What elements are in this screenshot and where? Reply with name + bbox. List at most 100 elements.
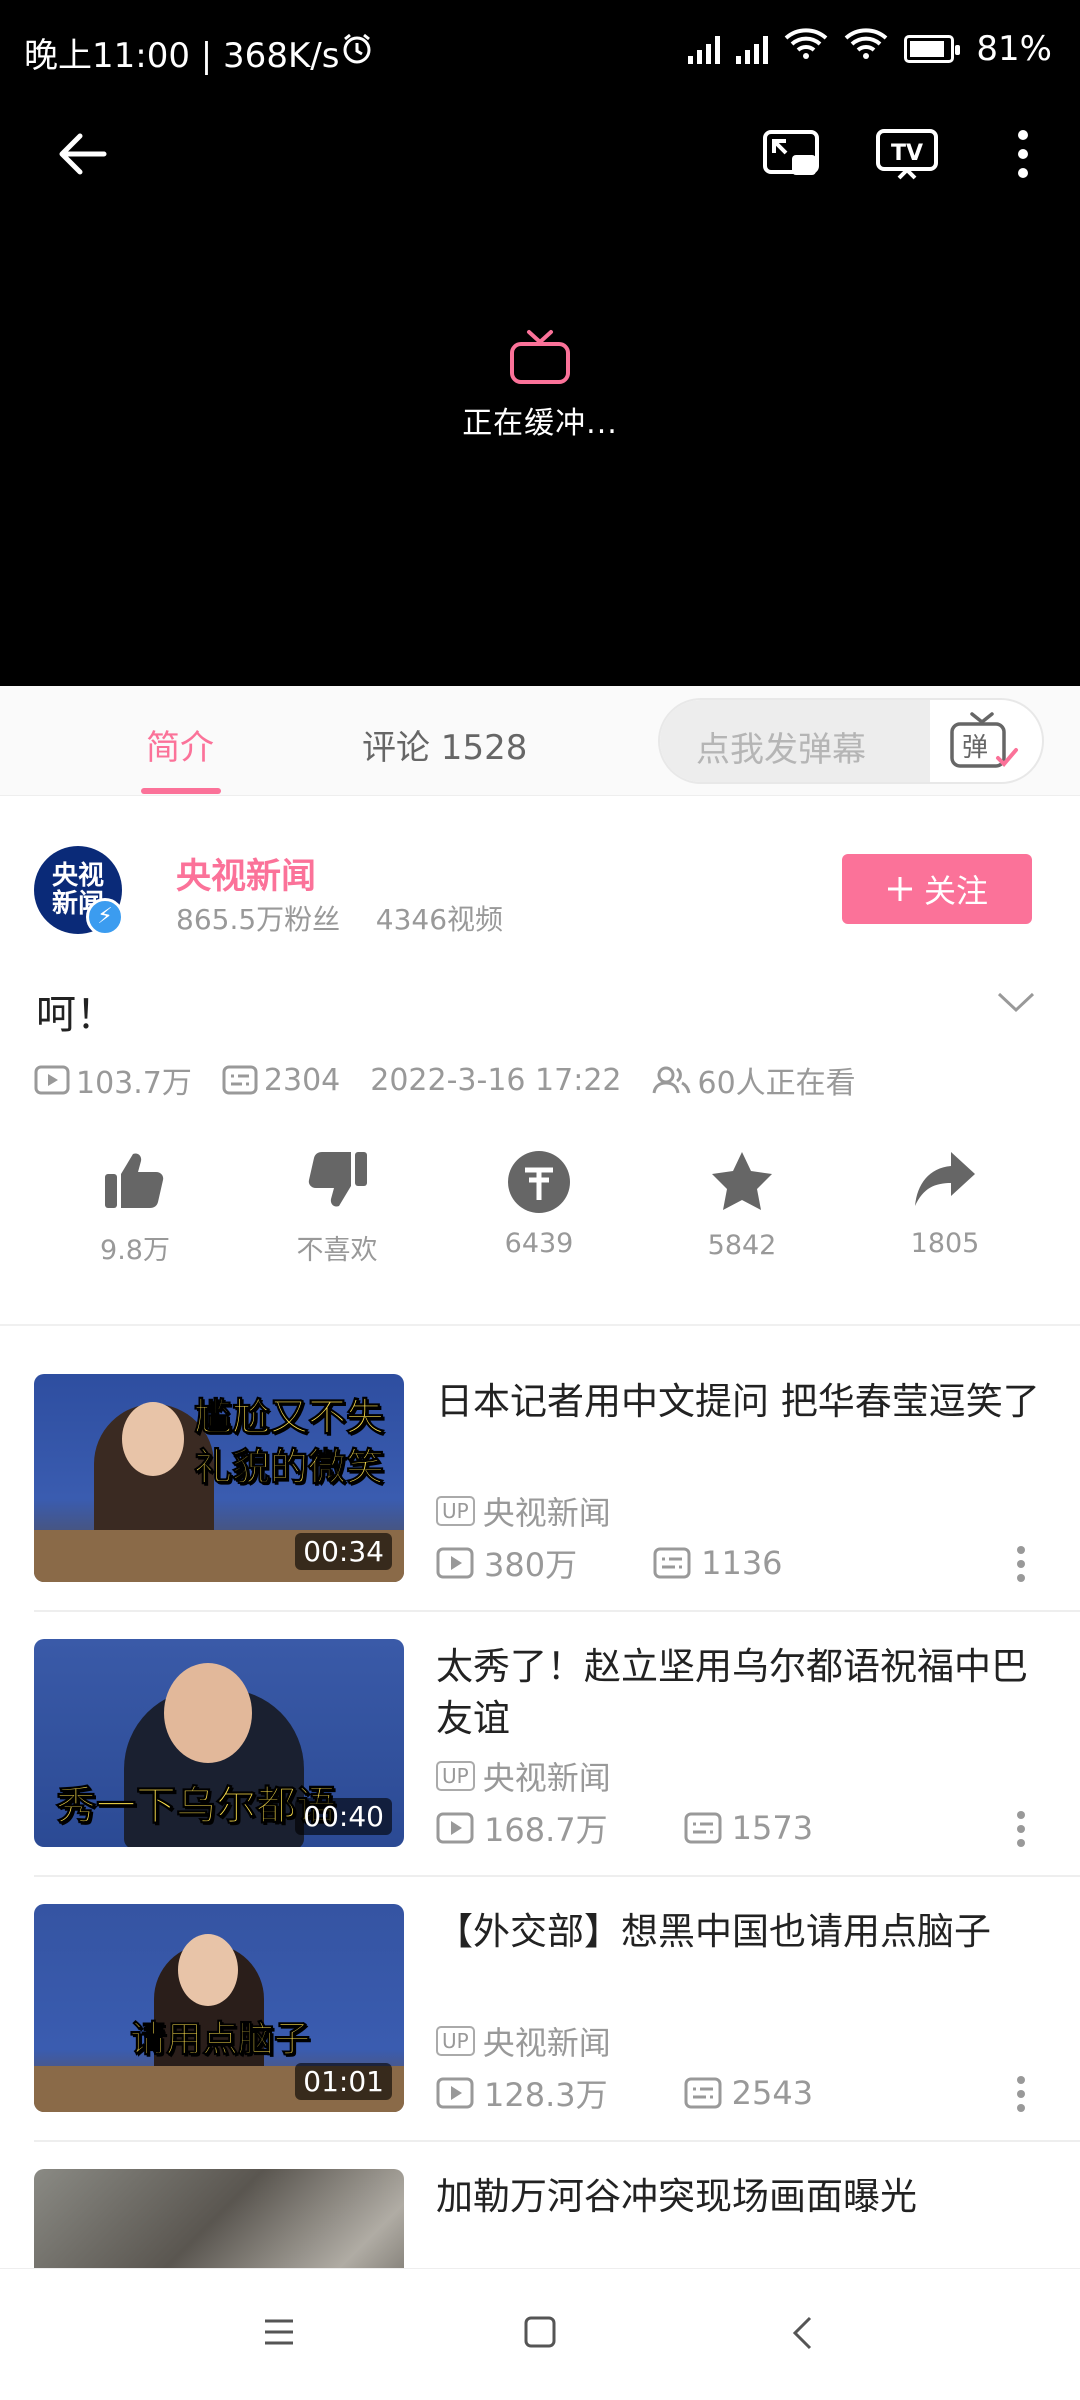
wifi-icon	[784, 28, 828, 69]
list-item[interactable]: 加勒万河谷冲突现场画面曝光	[0, 2169, 1080, 2268]
play-count-icon	[436, 1812, 474, 1844]
related-video-title[interactable]: 加勒万河谷冲突现场画面曝光	[436, 2171, 1056, 2223]
pip-button[interactable]	[760, 124, 822, 184]
tab-indicator	[141, 788, 221, 794]
related-danmaku: 2543	[731, 2074, 814, 2112]
related-video-title[interactable]: 日本记者用中文提问 把华春莹逗笑了	[436, 1376, 1056, 1428]
battery-icon	[904, 34, 961, 63]
tv-loading-icon	[510, 330, 570, 384]
video-thumbnail[interactable]: 尴尬又不失礼貌的微笑 00:34	[34, 1374, 404, 1582]
status-time: 晚上11:00 | 368K/s	[24, 36, 340, 76]
danmaku-input[interactable]: 点我发弹幕	[660, 700, 930, 782]
related-stats: 380万 1136	[436, 1540, 859, 1586]
follow-label: 关注	[923, 872, 988, 910]
thumbnail-caption: 尴尬又不失礼貌的微笑	[194, 1395, 385, 1490]
home-icon[interactable]	[523, 2315, 557, 2349]
coin-count: 6439	[504, 1228, 574, 1259]
list-item[interactable]: 尴尬又不失礼貌的微笑 00:34 日本记者用中文提问 把华春莹逗笑了 UP 央视新…	[0, 1374, 1080, 1639]
section-divider	[0, 1324, 1080, 1326]
share-button[interactable]: 1805	[880, 1150, 1010, 1259]
play-count-icon	[436, 1547, 474, 1579]
video-title: 呵！	[36, 992, 116, 1038]
danmaku-count-icon	[222, 1065, 258, 1095]
up-tag-icon: UP	[436, 1496, 475, 1526]
publish-date: 2022-3-16 17:22	[370, 1062, 622, 1098]
signal-icon	[688, 34, 721, 64]
more-vertical-icon[interactable]	[1016, 2076, 1026, 2112]
list-item[interactable]: 秀一下乌尔都语 00:40 太秀了！赵立坚用乌尔都语祝福中巴友谊 UP 央视新闻 …	[0, 1639, 1080, 1904]
video-meta: 103.7万 2304 2022-3-16 17:22 60人正在看	[34, 1058, 886, 1102]
related-uploader-name: 央视新闻	[482, 1494, 611, 1532]
svg-text:TV: TV	[891, 141, 923, 166]
video-thumbnail[interactable]	[34, 2169, 404, 2268]
expand-chevron-icon[interactable]	[996, 990, 1036, 1018]
more-vertical-icon[interactable]	[1016, 1811, 1026, 1847]
related-stats: 128.3万 2543	[436, 2070, 889, 2116]
video-duration: 00:40	[295, 1798, 392, 1835]
danmaku-count-icon	[684, 1812, 722, 1844]
up-tag-icon: UP	[436, 2026, 475, 2056]
related-views: 128.3万	[484, 2076, 608, 2114]
related-uploader[interactable]: UP 央视新闻	[436, 1753, 611, 1799]
status-icons: 81%	[688, 28, 1052, 69]
danmaku-count-icon	[653, 1547, 691, 1579]
buffering-text: 正在缓冲...	[462, 406, 618, 441]
danmaku-count-icon	[684, 2077, 722, 2109]
tab-bar: 简介 评论 1528 点我发弹幕 弹	[0, 686, 1080, 796]
thumbnail-face	[122, 1402, 184, 1476]
menu-icon[interactable]	[262, 2317, 296, 2347]
battery-percent: 81%	[976, 28, 1052, 69]
related-video-title[interactable]: 【外交部】想黑中国也请用点脑子	[436, 1906, 1056, 1958]
tab-intro[interactable]: 简介	[146, 720, 214, 769]
plus-icon	[887, 877, 912, 901]
more-vertical-icon[interactable]	[1016, 1546, 1026, 1582]
watching-count: 60人正在看	[697, 1066, 856, 1101]
thumbs-up-icon	[105, 1153, 164, 1208]
thumbs-down-icon	[308, 1152, 367, 1207]
view-count: 103.7万	[76, 1066, 192, 1101]
like-button[interactable]: 9.8万	[70, 1150, 200, 1267]
dislike-label: 不喜欢	[296, 1235, 378, 1266]
uploader-stats: 865.5万粉丝 4346视频	[176, 903, 504, 936]
dislike-button[interactable]: 不喜欢	[272, 1150, 402, 1267]
list-separator	[34, 1610, 1080, 1612]
danmaku-toggle-icon[interactable]: 弹	[946, 710, 1022, 774]
back-button[interactable]	[52, 124, 112, 184]
follow-button[interactable]: 关注	[842, 854, 1032, 924]
favorite-button[interactable]: 5842	[677, 1150, 807, 1261]
thumbnail-caption: 秀一下乌尔都语	[56, 1783, 337, 1830]
video-thumbnail[interactable]: 请用点脑子 01:01	[34, 1904, 404, 2112]
more-vertical-icon	[1018, 130, 1028, 178]
back-icon[interactable]	[790, 2315, 814, 2351]
more-options-button[interactable]	[1008, 124, 1038, 184]
video-player[interactable]: 晚上11:00 | 368K/s 81% TV 正在缓冲...	[0, 0, 1080, 686]
uploader-name[interactable]: 央视新闻	[176, 848, 316, 899]
video-thumbnail[interactable]: 秀一下乌尔都语 00:40	[34, 1639, 404, 1847]
watching-people-icon	[652, 1066, 690, 1094]
video-duration: 00:34	[295, 1533, 392, 1570]
related-stats: 168.7万 1573	[436, 1805, 889, 1851]
related-video-title[interactable]: 太秀了！赵立坚用乌尔都语祝福中巴友谊	[436, 1641, 1056, 1745]
list-separator	[34, 1875, 1080, 1877]
related-uploader[interactable]: UP 央视新闻	[436, 2018, 611, 2064]
cast-tv-button[interactable]: TV	[874, 124, 940, 184]
list-item[interactable]: 请用点脑子 01:01 【外交部】想黑中国也请用点脑子 UP 央视新闻 128.3…	[0, 1904, 1080, 2169]
play-count-icon	[436, 2077, 474, 2109]
signal-icon	[736, 34, 769, 64]
danmaku-count: 2304	[263, 1062, 341, 1098]
video-duration: 01:01	[295, 2063, 392, 2100]
wifi-icon	[844, 28, 888, 69]
picture-in-picture-icon	[763, 130, 819, 175]
system-nav-bar	[0, 2268, 1080, 2400]
related-danmaku: 1573	[731, 1809, 814, 1847]
coin-icon	[508, 1151, 570, 1213]
tab-comments[interactable]: 评论 1528	[362, 720, 527, 769]
related-danmaku: 1136	[701, 1544, 783, 1582]
play-count-icon	[34, 1065, 70, 1095]
related-uploader[interactable]: UP 央视新闻	[436, 1488, 611, 1534]
alarm-icon	[340, 32, 374, 70]
coin-button[interactable]: 6439	[474, 1150, 604, 1259]
related-uploader-name: 央视新闻	[482, 1759, 611, 1797]
thumbnail-face	[164, 1663, 252, 1763]
star-icon	[712, 1152, 772, 1210]
